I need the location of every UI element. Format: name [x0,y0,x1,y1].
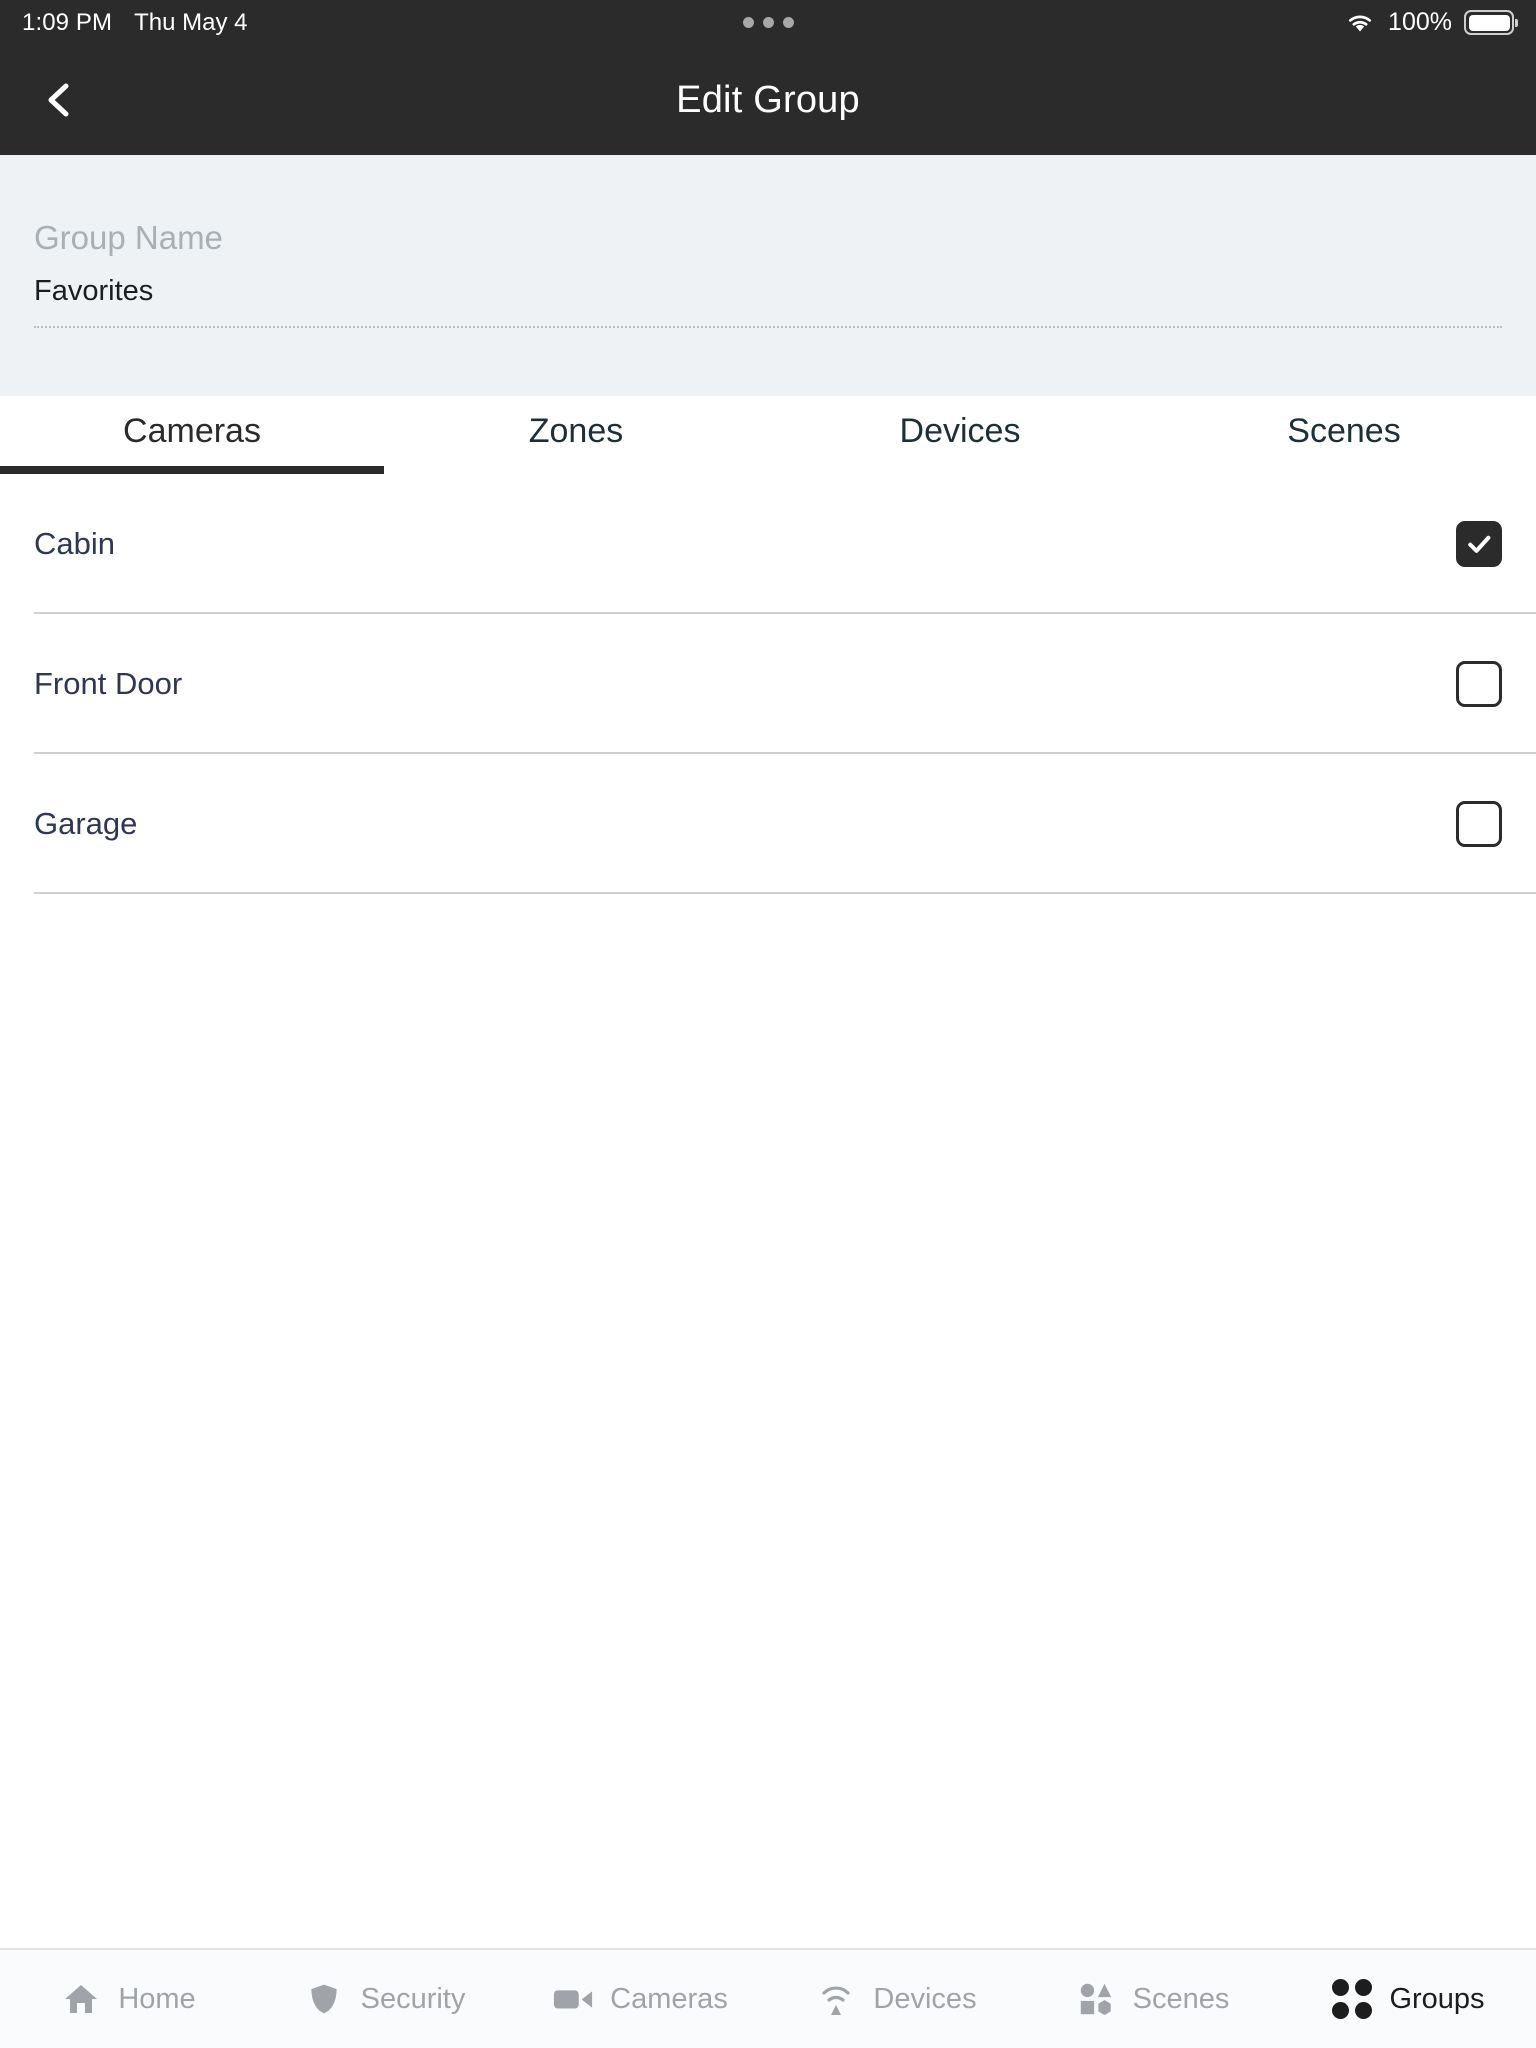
row-checkbox[interactable] [1456,521,1502,567]
app-root: 1:09 PM Thu May 4 100% Edit Group Group … [0,0,1536,2048]
list-item-label: Front Door [34,666,183,701]
row-checkbox[interactable] [1456,801,1502,847]
row-checkbox[interactable] [1456,661,1502,707]
status-date: Thu May 4 [134,8,248,36]
tabbar-item-home-label: Home [118,1982,196,2015]
camera-list: Cabin Front Door Garage [0,474,1536,1948]
list-item-label: Cabin [34,526,115,561]
tabbar-item-security-label: Security [360,1982,466,2015]
video-camera-icon [552,1978,594,2020]
battery-percent-label: 100% [1388,8,1452,36]
wifi-icon [1344,11,1376,35]
tabbar-item-groups[interactable]: Groups [1280,1978,1536,2020]
group-name-underline [34,326,1502,329]
table-row[interactable]: Front Door [0,614,1536,754]
battery-full-icon [1464,10,1518,35]
tabbar-item-security[interactable]: Security [256,1978,512,2020]
tab-cameras-label: Cameras [123,411,261,450]
tab-scenes[interactable]: Scenes [1152,396,1536,474]
table-row[interactable]: Cabin [0,474,1536,614]
tabbar-item-home[interactable]: Home [0,1978,256,2020]
tab-devices[interactable]: Devices [768,396,1152,474]
tabbar-item-groups-label: Groups [1389,1982,1485,2015]
groups-dots-icon [1331,1978,1373,2020]
page-title: Edit Group [676,78,860,121]
tab-cameras[interactable]: Cameras [0,396,384,474]
tabbar-item-cameras[interactable]: Cameras [512,1978,768,2020]
bottom-tab-bar: Home Security Cameras Devices Scenes Gro… [0,1948,1536,2048]
tab-scenes-label: Scenes [1287,411,1401,450]
home-icon [60,1978,102,2020]
tabbar-item-devices-label: Devices [873,1982,977,2015]
tabbar-item-devices[interactable]: Devices [768,1978,1024,2020]
group-name-input[interactable]: Favorites [34,274,1502,326]
tabbar-item-cameras-label: Cameras [610,1982,728,2015]
shapes-icon [1075,1978,1117,2020]
check-icon [1468,535,1491,553]
list-item-label: Garage [34,806,138,841]
status-time: 1:09 PM [22,8,113,36]
shield-icon [303,1978,345,2020]
tabbar-item-scenes[interactable]: Scenes [1024,1978,1280,2020]
tab-devices-label: Devices [899,411,1021,450]
status-bar-left: 1:09 PM Thu May 4 [22,9,247,37]
group-name-section: Group Name Favorites [0,155,1536,396]
chevron-left-icon [48,83,69,117]
segment-tabs: Cameras Zones Devices Scenes [0,396,1536,474]
table-row[interactable]: Garage [0,754,1536,894]
signal-icon [815,1978,857,2020]
tab-zones-label: Zones [528,411,624,450]
nav-bar: Edit Group [0,45,1536,155]
status-bar-right: 100% [1344,8,1518,37]
group-name-label: Group Name [34,219,223,256]
three-dots-icon [742,17,794,28]
back-button[interactable] [26,66,94,134]
status-bar: 1:09 PM Thu May 4 100% [0,0,1536,45]
tab-zones[interactable]: Zones [384,396,768,474]
tabbar-item-scenes-label: Scenes [1132,1982,1230,2015]
